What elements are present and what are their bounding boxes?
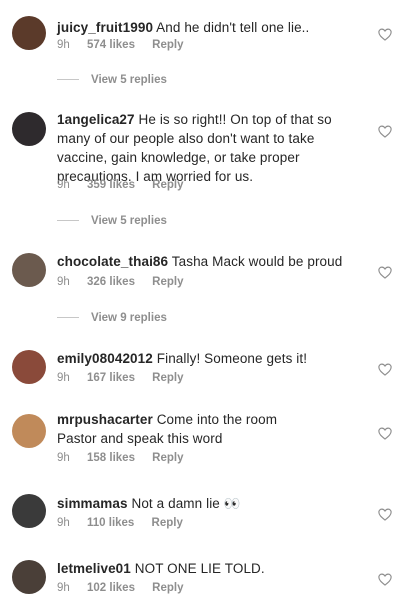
heart-icon[interactable] <box>378 427 392 440</box>
comment-likes[interactable]: 167 likes <box>87 372 135 384</box>
comment-username[interactable]: 1angelica27 <box>57 112 135 127</box>
reply-button[interactable]: Reply <box>152 39 183 51</box>
heart-icon[interactable] <box>378 508 392 521</box>
avatar[interactable] <box>12 112 46 146</box>
comment-time: 9h <box>57 452 70 464</box>
comment-username[interactable]: emily08042012 <box>57 351 153 366</box>
comment-text-block: simmamas Not a damn lie 👀 <box>57 494 357 513</box>
reply-button[interactable]: Reply <box>152 582 183 594</box>
comment-meta: 9h 102 likes Reply <box>57 582 184 594</box>
heart-icon[interactable] <box>378 28 392 41</box>
comment-text-block: emily08042012 Finally! Someone gets it! <box>57 349 357 368</box>
comment-username[interactable]: simmamas <box>57 496 128 511</box>
view-replies-button[interactable]: View 9 replies <box>57 312 167 324</box>
comment-likes[interactable]: 359 likes <box>87 179 135 191</box>
reply-button[interactable]: Reply <box>152 372 183 384</box>
comment-meta: 9h 167 likes Reply <box>57 372 184 384</box>
comment-text-block: 1angelica27 He is so right!! On top of t… <box>57 110 357 186</box>
comment-text-block: mrpushacarter Come into the room Pastor … <box>57 410 317 448</box>
comment-body: Not a damn lie 👀 <box>131 496 241 511</box>
view-replies-label: View 5 replies <box>91 74 167 86</box>
comment-meta: 9h 359 likes Reply <box>57 179 184 191</box>
comment-time: 9h <box>57 582 70 594</box>
comment-username[interactable]: juicy_fruit1990 <box>57 20 153 35</box>
replies-divider <box>57 220 79 222</box>
avatar[interactable] <box>12 253 46 287</box>
comment-body: NOT ONE LIE TOLD. <box>134 561 265 576</box>
reply-button[interactable]: Reply <box>152 452 183 464</box>
view-replies-button[interactable]: View 5 replies <box>57 74 167 86</box>
replies-divider <box>57 317 79 319</box>
comment-body: Finally! Someone gets it! <box>156 351 308 366</box>
comment-likes[interactable]: 158 likes <box>87 452 135 464</box>
comment-time: 9h <box>57 372 70 384</box>
comment-time: 9h <box>57 276 70 288</box>
heart-icon[interactable] <box>378 125 392 138</box>
comment-likes[interactable]: 102 likes <box>87 582 135 594</box>
comment-meta: 9h 110 likes Reply <box>57 517 183 529</box>
view-replies-label: View 5 replies <box>91 215 167 227</box>
comment-username[interactable]: letmelive01 <box>57 561 131 576</box>
avatar[interactable] <box>12 494 46 528</box>
avatar[interactable] <box>12 414 46 448</box>
comment-text-block: juicy_fruit1990 And he didn't tell one l… <box>57 18 357 37</box>
comment-username[interactable]: chocolate_thai86 <box>57 254 168 269</box>
view-replies-button[interactable]: View 5 replies <box>57 215 167 227</box>
heart-icon[interactable] <box>378 573 392 586</box>
heart-icon[interactable] <box>378 363 392 376</box>
heart-icon[interactable] <box>378 266 392 279</box>
comment-likes[interactable]: 326 likes <box>87 276 135 288</box>
view-replies-label: View 9 replies <box>91 312 167 324</box>
comment-likes[interactable]: 574 likes <box>87 39 135 51</box>
comment-text-block: chocolate_thai86 Tasha Mack would be pro… <box>57 252 357 271</box>
comment-time: 9h <box>57 179 70 191</box>
comment-likes[interactable]: 110 likes <box>87 517 134 529</box>
comment-time: 9h <box>57 517 70 529</box>
avatar[interactable] <box>12 560 46 594</box>
avatar[interactable] <box>12 350 46 384</box>
comment-username[interactable]: mrpushacarter <box>57 412 153 427</box>
reply-button[interactable]: Reply <box>152 276 183 288</box>
comment-text-block: letmelive01 NOT ONE LIE TOLD. <box>57 559 357 578</box>
comment-body: Tasha Mack would be proud <box>171 254 343 269</box>
comment-meta: 9h 574 likes Reply <box>57 39 184 51</box>
comment-meta: 9h 326 likes Reply <box>57 276 184 288</box>
reply-button[interactable]: Reply <box>152 179 183 191</box>
comment-meta: 9h 158 likes Reply <box>57 452 184 464</box>
comment-time: 9h <box>57 39 70 51</box>
reply-button[interactable]: Reply <box>152 517 183 529</box>
avatar[interactable] <box>12 16 46 50</box>
comment-body: And he didn't tell one lie.. <box>156 20 310 35</box>
replies-divider <box>57 79 79 81</box>
